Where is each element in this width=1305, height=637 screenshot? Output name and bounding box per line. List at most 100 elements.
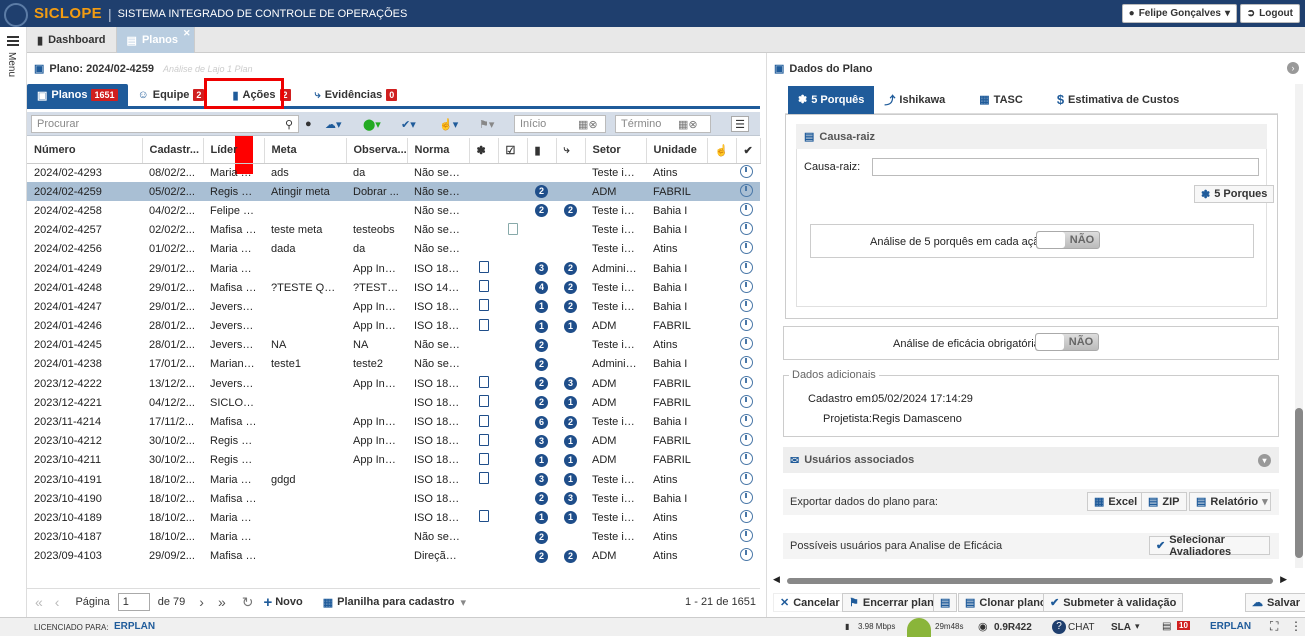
cell-timer[interactable] [736, 163, 760, 182]
cell-timer[interactable] [736, 432, 760, 451]
copy-button[interactable]: ▤ [933, 593, 958, 612]
calendar-icon[interactable]: ▦⊗ [578, 116, 598, 132]
table-row[interactable]: 2023/10-4189 18/10/2... Maria H... ISO 1800… [27, 508, 760, 527]
columns-menu-icon[interactable]: ☰ [731, 116, 749, 132]
col-unidade[interactable]: Unidade [646, 138, 708, 164]
timer-icon[interactable] [740, 183, 753, 197]
refresh-icon[interactable]: ↻ [242, 594, 254, 611]
cell-timer[interactable] [736, 317, 760, 336]
gear-users-icon[interactable]: ✽ [469, 138, 499, 164]
table-row[interactable]: 2024/01-4238 17/01/2... Mariana ... teste1 t… [27, 355, 760, 374]
timer-icon[interactable] [740, 471, 753, 485]
cancelar-button[interactable]: ✕ Cancelar [773, 593, 847, 612]
timer-icon[interactable] [740, 414, 753, 428]
timer-icon[interactable] [740, 529, 753, 543]
timer-icon[interactable] [740, 356, 753, 370]
chat-button[interactable]: CHAT [1068, 622, 1094, 633]
scroll-left-icon[interactable]: ◀ [773, 574, 780, 585]
salvar-button[interactable]: ☁ Salvar [1245, 593, 1305, 612]
new-button[interactable]: Novo [275, 596, 303, 608]
logout-button[interactable]: ➲ Logout [1239, 4, 1300, 23]
excel-button[interactable]: ▦ Excel [1087, 492, 1145, 511]
cell-timer[interactable] [736, 355, 760, 374]
timer-icon[interactable] [740, 375, 753, 389]
timer-icon[interactable] [740, 260, 753, 274]
timer-icon[interactable] [740, 202, 753, 216]
timer-icon[interactable] [740, 490, 753, 504]
table-row[interactable]: 2024/01-4247 29/01/2... Jeverso... App Insp… [27, 297, 760, 316]
table-row[interactable]: 2023/10-4212 30/10/2... Regis Da... App Ins… [27, 432, 760, 451]
col-setor[interactable]: Setor [585, 138, 647, 164]
cell-timer[interactable] [736, 412, 760, 431]
checklist-icon[interactable]: ☑ [498, 138, 528, 164]
like-filter-icon[interactable]: ☝▾ [439, 116, 458, 132]
thumbs-up-icon[interactable]: ☝ [707, 138, 737, 164]
table-row[interactable]: 2024/01-4249 29/01/2... Maria H... App Insp… [27, 259, 760, 278]
scroll-thumb[interactable] [1295, 408, 1303, 558]
calendar-icon[interactable]: ▦⊗ [678, 116, 698, 132]
timer-icon[interactable] [740, 241, 753, 255]
cell-timer[interactable] [736, 451, 760, 470]
cell-timer[interactable] [736, 182, 760, 202]
check-icon[interactable]: ✔ [736, 138, 761, 164]
cell-timer[interactable] [736, 240, 760, 259]
timer-icon[interactable] [740, 452, 753, 466]
close-icon[interactable]: ✕ [183, 28, 191, 39]
search-icon[interactable]: ⚲ [285, 116, 293, 132]
cell-timer[interactable] [736, 528, 760, 547]
horizontal-scrollbar[interactable]: ◀ ▶ [773, 574, 1287, 586]
tab-dashboard[interactable]: ▮ Dashboard [27, 27, 117, 53]
tab-estimativa[interactable]: $ Estimativa de Custos [1047, 86, 1190, 114]
table-row[interactable]: 2023/12-4221 04/12/2... SICLOPE ISO 18001 2 1… [27, 393, 760, 412]
usuarios-section[interactable]: ✉ Usuários associados ▾ [783, 447, 1279, 473]
zip-button[interactable]: ▤ ZIP [1141, 492, 1187, 511]
table-row[interactable]: 2023/09-4103 29/09/2... Mafisa (... Direção… [27, 547, 760, 566]
table-row[interactable]: 2023/10-4190 18/10/2... Mafisa S... ISO 180… [27, 489, 760, 508]
timer-icon[interactable] [740, 433, 753, 447]
cell-timer[interactable] [736, 221, 760, 240]
cell-timer[interactable] [736, 297, 760, 316]
flag-filter-icon[interactable]: ⚑▾ [479, 116, 494, 132]
first-page-icon[interactable]: « [35, 594, 43, 610]
search-input[interactable]: Procurar [31, 115, 299, 133]
scroll-right-icon[interactable]: ▶ [1280, 574, 1287, 585]
timer-icon[interactable] [740, 548, 753, 562]
cell-timer[interactable] [736, 374, 760, 393]
vertical-scrollbar[interactable] [1295, 84, 1303, 568]
table-row[interactable]: 2024/02-4257 02/02/2... Mafisa S... teste m… [27, 221, 760, 240]
selecionar-button[interactable]: ✔ Selecionar Avaliadores [1149, 534, 1270, 558]
paperclip-icon[interactable]: ⤷ [556, 138, 586, 164]
tab-planos-list[interactable]: ▣ Planos 1651 [27, 84, 128, 106]
cell-timer[interactable] [736, 259, 760, 278]
splitter[interactable] [766, 53, 767, 617]
clipboard-icon[interactable]: ▤ [1162, 621, 1171, 632]
table-row[interactable]: 2024/01-4246 28/01/2... Jeverso... App Insp… [27, 317, 760, 336]
sla-label[interactable]: SLA [1111, 622, 1131, 633]
chevron-down-icon[interactable]: ▾ [1258, 453, 1271, 467]
chevron-down-icon[interactable]: ▾ [1135, 621, 1140, 632]
status-filter-icon[interactable]: ⬤▾ [363, 116, 381, 132]
check-filter-icon[interactable]: ✔▾ [401, 116, 416, 132]
tab-planos[interactable]: ▤ Planos ✕ [116, 27, 195, 53]
excel-icon[interactable]: ▦ [323, 596, 333, 609]
table-row[interactable]: 2024/02-4259 05/02/2... Regis Da... Atingir… [27, 182, 760, 202]
more-icon[interactable]: ⋮ [1290, 619, 1302, 633]
cell-timer[interactable] [736, 508, 760, 527]
col-cadastro[interactable]: Cadastr... [142, 138, 204, 164]
timer-icon[interactable] [740, 298, 753, 312]
collapse-panel-icon[interactable]: › [1287, 62, 1299, 74]
analise5-toggle[interactable]: NÃO [1036, 231, 1100, 249]
timer-icon[interactable] [740, 222, 753, 236]
clonar-button[interactable]: ▤ Clonar plano [958, 593, 1054, 612]
timer-icon[interactable] [740, 279, 753, 293]
table-row[interactable]: 2023/10-4211 30/10/2... Regis Da... App Ins… [27, 451, 760, 470]
timer-icon[interactable] [740, 509, 753, 523]
encerrar-button[interactable]: ⚑ Encerrar plano [842, 593, 948, 612]
timer-icon[interactable] [740, 318, 753, 332]
cell-timer[interactable] [736, 547, 760, 566]
table-row[interactable]: 2024/01-4245 28/01/2... Jeverso... NA NA Não … [27, 336, 760, 355]
cell-timer[interactable] [736, 470, 760, 489]
cell-timer[interactable] [736, 336, 760, 355]
next-page-icon[interactable]: › [199, 594, 204, 610]
table-row[interactable]: 2023/10-4191 18/10/2... Maria H... gdgd ISO … [27, 470, 760, 489]
